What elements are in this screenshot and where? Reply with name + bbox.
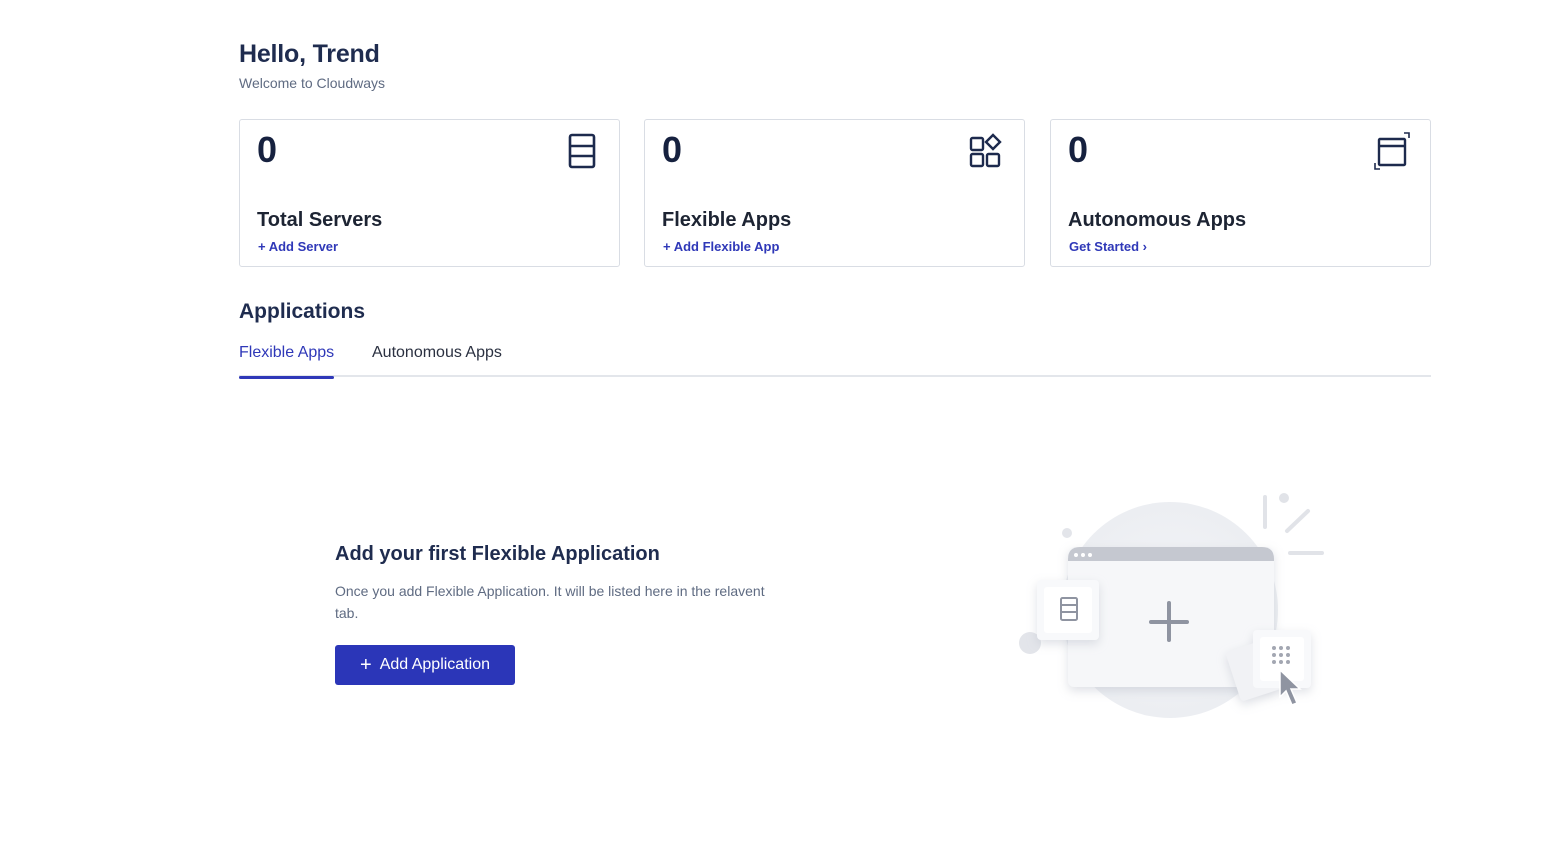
applications-tabs: Flexible Apps Autonomous Apps: [239, 344, 1431, 379]
empty-state: Add your first Flexible Application Once…: [335, 543, 795, 624]
tab-autonomous-apps[interactable]: Autonomous Apps: [372, 344, 502, 377]
autonomous-apps-card: 0 Autonomous Apps Get Started ›: [1050, 119, 1431, 267]
add-server-link[interactable]: + Add Server: [258, 239, 338, 254]
add-application-illustration: [1019, 493, 1324, 718]
greeting-block: Hello, Trend Welcome to Cloudways: [239, 38, 385, 91]
welcome-subtitle: Welcome to Cloudways: [239, 75, 386, 91]
add-application-button[interactable]: + Add Application: [335, 645, 515, 685]
stats-cards: 0 Total Servers + Add Server 0 Flexible …: [239, 119, 1431, 267]
dashboard-page: Hello, Trend Welcome to Cloudways 0 Tota…: [0, 0, 1553, 853]
applications-heading: Applications: [239, 300, 366, 323]
tab-flexible-apps[interactable]: Flexible Apps: [239, 344, 335, 379]
page-title: Hello, Trend: [239, 40, 380, 68]
flexible-apps-card: 0 Flexible Apps + Add Flexible App: [644, 119, 1025, 267]
empty-state-heading: Add your first Flexible Application: [335, 543, 660, 565]
autonomous-apps-title: Autonomous Apps: [1068, 209, 1247, 231]
servers-count: 0: [257, 129, 278, 170]
apps-grid-icon: [969, 133, 1002, 168]
flexible-apps-title: Flexible Apps: [662, 209, 792, 231]
servers-title: Total Servers: [257, 209, 383, 231]
flexible-apps-count: 0: [662, 129, 683, 170]
total-servers-card: 0 Total Servers + Add Server: [239, 119, 620, 267]
empty-state-description: Once you add Flexible Application. It wi…: [335, 583, 765, 621]
autonomous-apps-count: 0: [1068, 129, 1089, 170]
add-flexible-app-link[interactable]: + Add Flexible App: [663, 239, 779, 254]
add-application-label: Add Application: [379, 656, 490, 673]
plus-icon: +: [360, 654, 372, 676]
server-icon: [568, 133, 596, 169]
window-expand-icon: [1374, 132, 1410, 170]
get-started-link[interactable]: Get Started ›: [1069, 239, 1147, 254]
